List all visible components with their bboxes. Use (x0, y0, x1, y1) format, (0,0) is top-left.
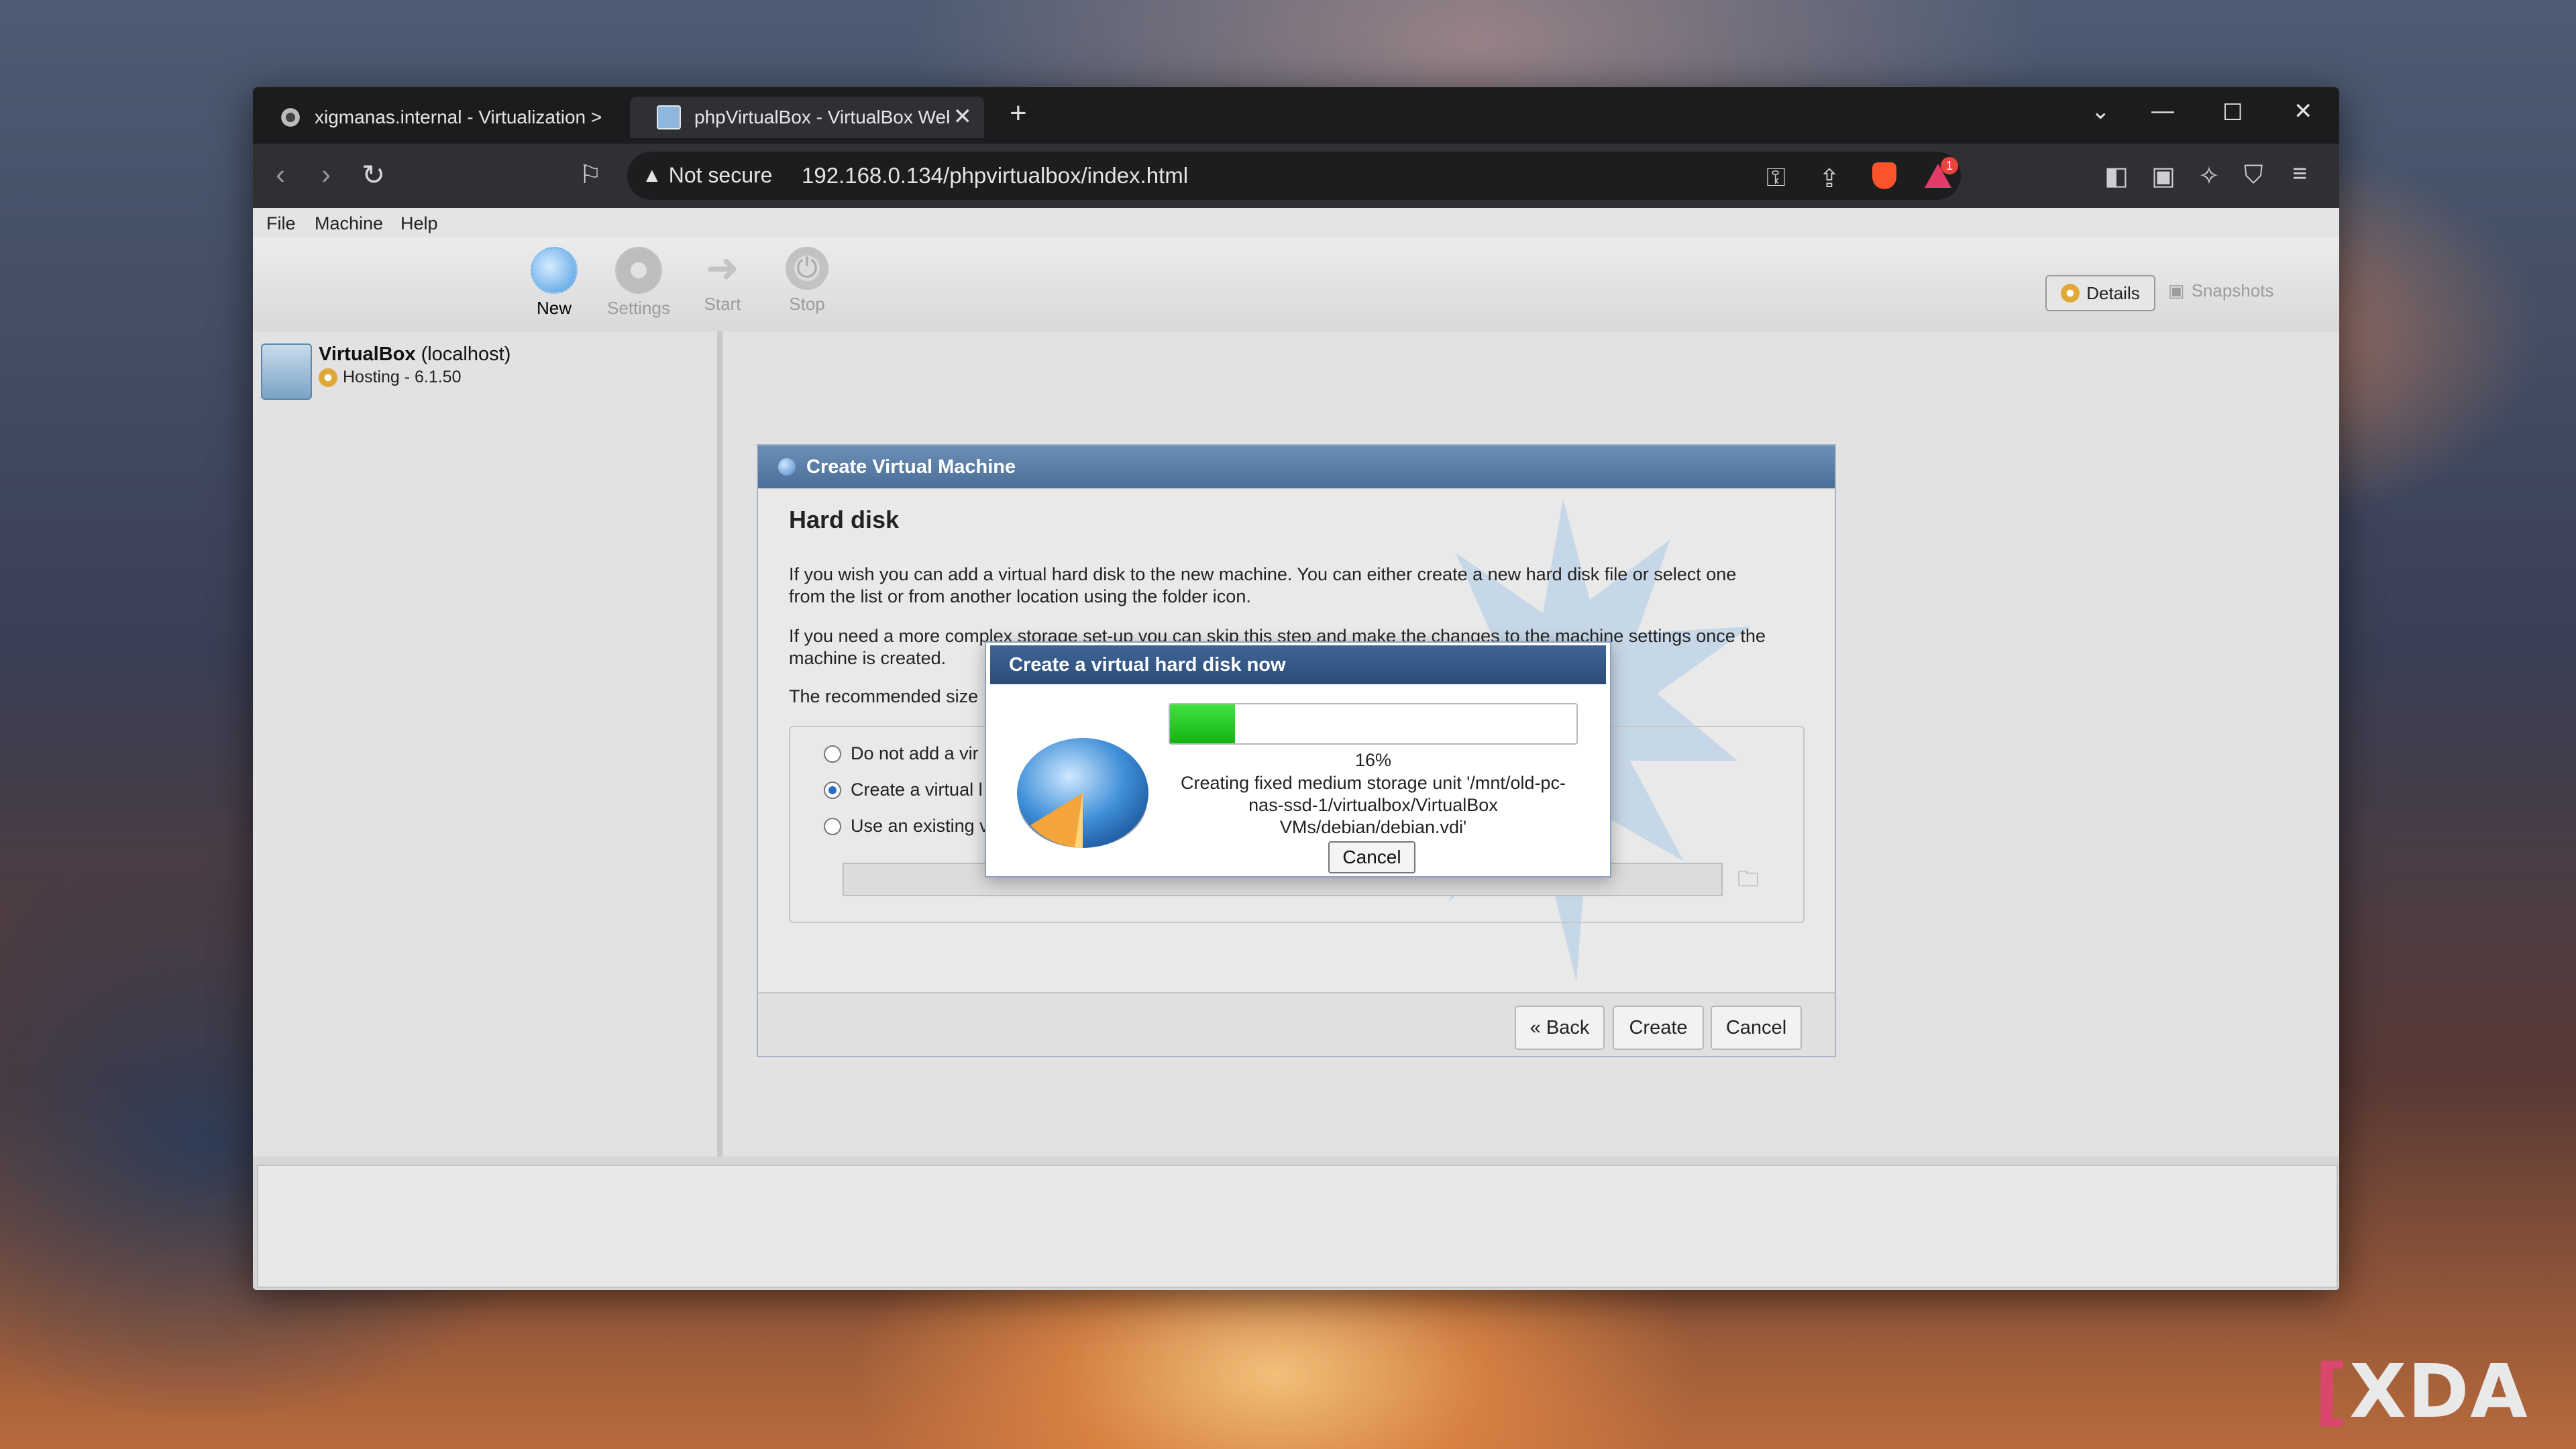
wizard-paragraph-1: If you wish you can add a virtual hard d… (789, 564, 1802, 608)
camera-icon: ▣ (2168, 280, 2185, 301)
progress-dialog-title: Create a virtual hard disk now (1009, 653, 1286, 676)
settings-gear-icon (615, 247, 662, 294)
sidebar-icon[interactable]: ◧ (2104, 161, 2129, 191)
tab-bar: xigmanas.internal - Virtualization > php… (253, 87, 2339, 144)
xda-bracket-icon: [ (2314, 1348, 2350, 1434)
tab-title: phpVirtualBox - VirtualBox Web (694, 107, 949, 127)
leo-ai-icon[interactable]: ✧ (2198, 161, 2220, 191)
snapshots-tab-button[interactable]: ▣ Snapshots (2168, 280, 2273, 301)
wizard-title-icon (778, 458, 796, 476)
vpn-icon[interactable]: ⛉ (2244, 161, 2263, 190)
xda-watermark: [XDA (2314, 1348, 2529, 1434)
host-name: VirtualBox (319, 343, 416, 365)
option-no-disk[interactable]: Do not add a vir (824, 743, 979, 764)
tab-xigmanas[interactable]: xigmanas.internal - Virtualization > (253, 97, 622, 138)
hosting-gear-icon (319, 368, 337, 387)
new-tab-icon[interactable]: + (1010, 97, 1027, 130)
details-gear-icon (2061, 284, 2080, 303)
address-bar[interactable]: ▲ Not secure 192.168.0.134/phpvirtualbox… (627, 152, 1961, 200)
progress-message-line-3: VMs/debian/debian.vdi' (1279, 817, 1467, 837)
close-window-icon[interactable]: ✕ (2294, 98, 2313, 125)
vm-list-pane: VirtualBox (localhost) Hosting - 6.1.50 (253, 331, 722, 1157)
back-button[interactable]: « Back (1515, 1006, 1605, 1050)
settings-label: Settings (607, 298, 670, 318)
host-location: (localhost) (421, 343, 511, 365)
wizard-heading: Hard disk (789, 506, 900, 533)
reload-icon[interactable]: ↻ (362, 158, 385, 191)
paragraph-1-line-2: from the list or from another location u… (789, 586, 1251, 606)
maximize-icon[interactable]: ☐ (2222, 99, 2243, 126)
snapshots-label: Snapshots (2191, 280, 2274, 301)
wallet-icon[interactable]: ▣ (2151, 161, 2176, 191)
menu-icon[interactable]: ≡ (2292, 160, 2307, 189)
progress-dialog-title-bar: Create a virtual hard disk now (990, 645, 1606, 684)
start-button[interactable]: ➜ Start (686, 247, 759, 315)
share-icon[interactable]: ⇪ (1819, 164, 1840, 194)
progress-dialog: Create a virtual hard disk now 16% Creat… (985, 641, 1611, 877)
settings-button[interactable]: Settings (602, 247, 676, 319)
host-status: Hosting - 6.1.50 (319, 368, 462, 387)
stop-power-icon: ⏻ (786, 247, 828, 290)
back-icon[interactable]: ‹ (276, 158, 285, 191)
create-button[interactable]: Create (1613, 1006, 1704, 1050)
host-item[interactable]: VirtualBox (localhost) (319, 343, 511, 366)
progress-cancel-button[interactable]: Cancel (1328, 841, 1415, 873)
new-vm-icon (531, 247, 578, 294)
xda-text: XDA (2349, 1348, 2529, 1434)
menu-help[interactable]: Help (400, 213, 438, 234)
option-label: Create a virtual l (851, 780, 983, 800)
progress-message: Creating fixed medium storage unit '/mnt… (1162, 772, 1585, 839)
forward-icon[interactable]: › (321, 158, 331, 191)
menu-file[interactable]: File (266, 213, 296, 234)
radio-no-disk[interactable] (824, 745, 841, 763)
virtualbox-favicon-icon (657, 105, 681, 129)
tab-phpvirtualbox[interactable]: phpVirtualBox - VirtualBox Web ✕ (630, 97, 984, 138)
radio-create-disk[interactable] (824, 781, 841, 799)
url-text[interactable]: 192.168.0.134/phpvirtualbox/index.html (802, 163, 1188, 189)
tab-close-icon[interactable]: ✕ (953, 103, 973, 130)
start-arrow-icon: ➜ (705, 246, 740, 290)
details-tab-button[interactable]: Details (2045, 275, 2155, 311)
wizard-footer: « Back Create Cancel (758, 992, 1835, 1056)
new-vm-button[interactable]: New (517, 247, 591, 319)
stop-label: Stop (789, 294, 825, 314)
warning-icon: ▲ (642, 164, 662, 186)
details-label: Details (2086, 282, 2140, 303)
stop-button[interactable]: ⏻ Stop (770, 247, 844, 315)
wizard-cancel-button[interactable]: Cancel (1711, 1006, 1802, 1050)
security-indicator[interactable]: ▲ Not secure (642, 163, 772, 188)
progress-message-line-2: nas-ssd-1/virtualbox/VirtualBox (1248, 795, 1498, 815)
minimize-icon[interactable]: — (2151, 98, 2174, 124)
progress-bar (1169, 703, 1578, 745)
start-label: Start (704, 294, 741, 314)
notification-badge: 1 (1941, 157, 1958, 174)
menu-machine[interactable]: Machine (315, 213, 383, 234)
progress-bar-fill (1170, 704, 1235, 743)
folder-icon[interactable]: 🗀 (1737, 864, 1762, 891)
xigmanas-favicon-icon (280, 107, 301, 128)
menu-bar: File Machine Help (253, 208, 2339, 238)
disk-pie-icon (1017, 738, 1148, 848)
tab-search-chevron-icon[interactable]: ⌄ (2091, 98, 2110, 125)
brave-shields-icon[interactable] (1872, 162, 1896, 189)
log-pane (257, 1165, 2338, 1288)
option-existing-disk[interactable]: Use an existing v (824, 816, 989, 837)
option-create-disk[interactable]: Create a virtual l (824, 780, 983, 800)
progress-message-line-1: Creating fixed medium storage unit '/mnt… (1181, 773, 1566, 793)
wizard-title-bar: Create Virtual Machine (758, 445, 1835, 488)
bookmark-icon[interactable]: ⚐ (579, 160, 602, 190)
tab-title: xigmanas.internal - Virtualization > (315, 107, 602, 127)
key-icon[interactable]: ⚿ (1766, 164, 1786, 193)
not-secure-label: Not secure (668, 163, 773, 187)
radio-existing-disk[interactable] (824, 817, 841, 835)
wizard-title: Create Virtual Machine (806, 455, 1016, 478)
new-label: New (536, 298, 572, 318)
progress-percent: 16% (1354, 750, 1392, 770)
option-label: Use an existing v (851, 816, 989, 836)
paragraph-1-line-1: If you wish you can add a virtual hard d… (789, 564, 1737, 584)
option-label: Do not add a vir (851, 743, 979, 763)
virtualbox-host-icon (261, 343, 312, 400)
browser-toolbar: ‹ › ↻ ⚐ ▲ Not secure 192.168.0.134/phpvi… (253, 144, 2339, 208)
host-status-text: Hosting - 6.1.50 (343, 368, 462, 386)
